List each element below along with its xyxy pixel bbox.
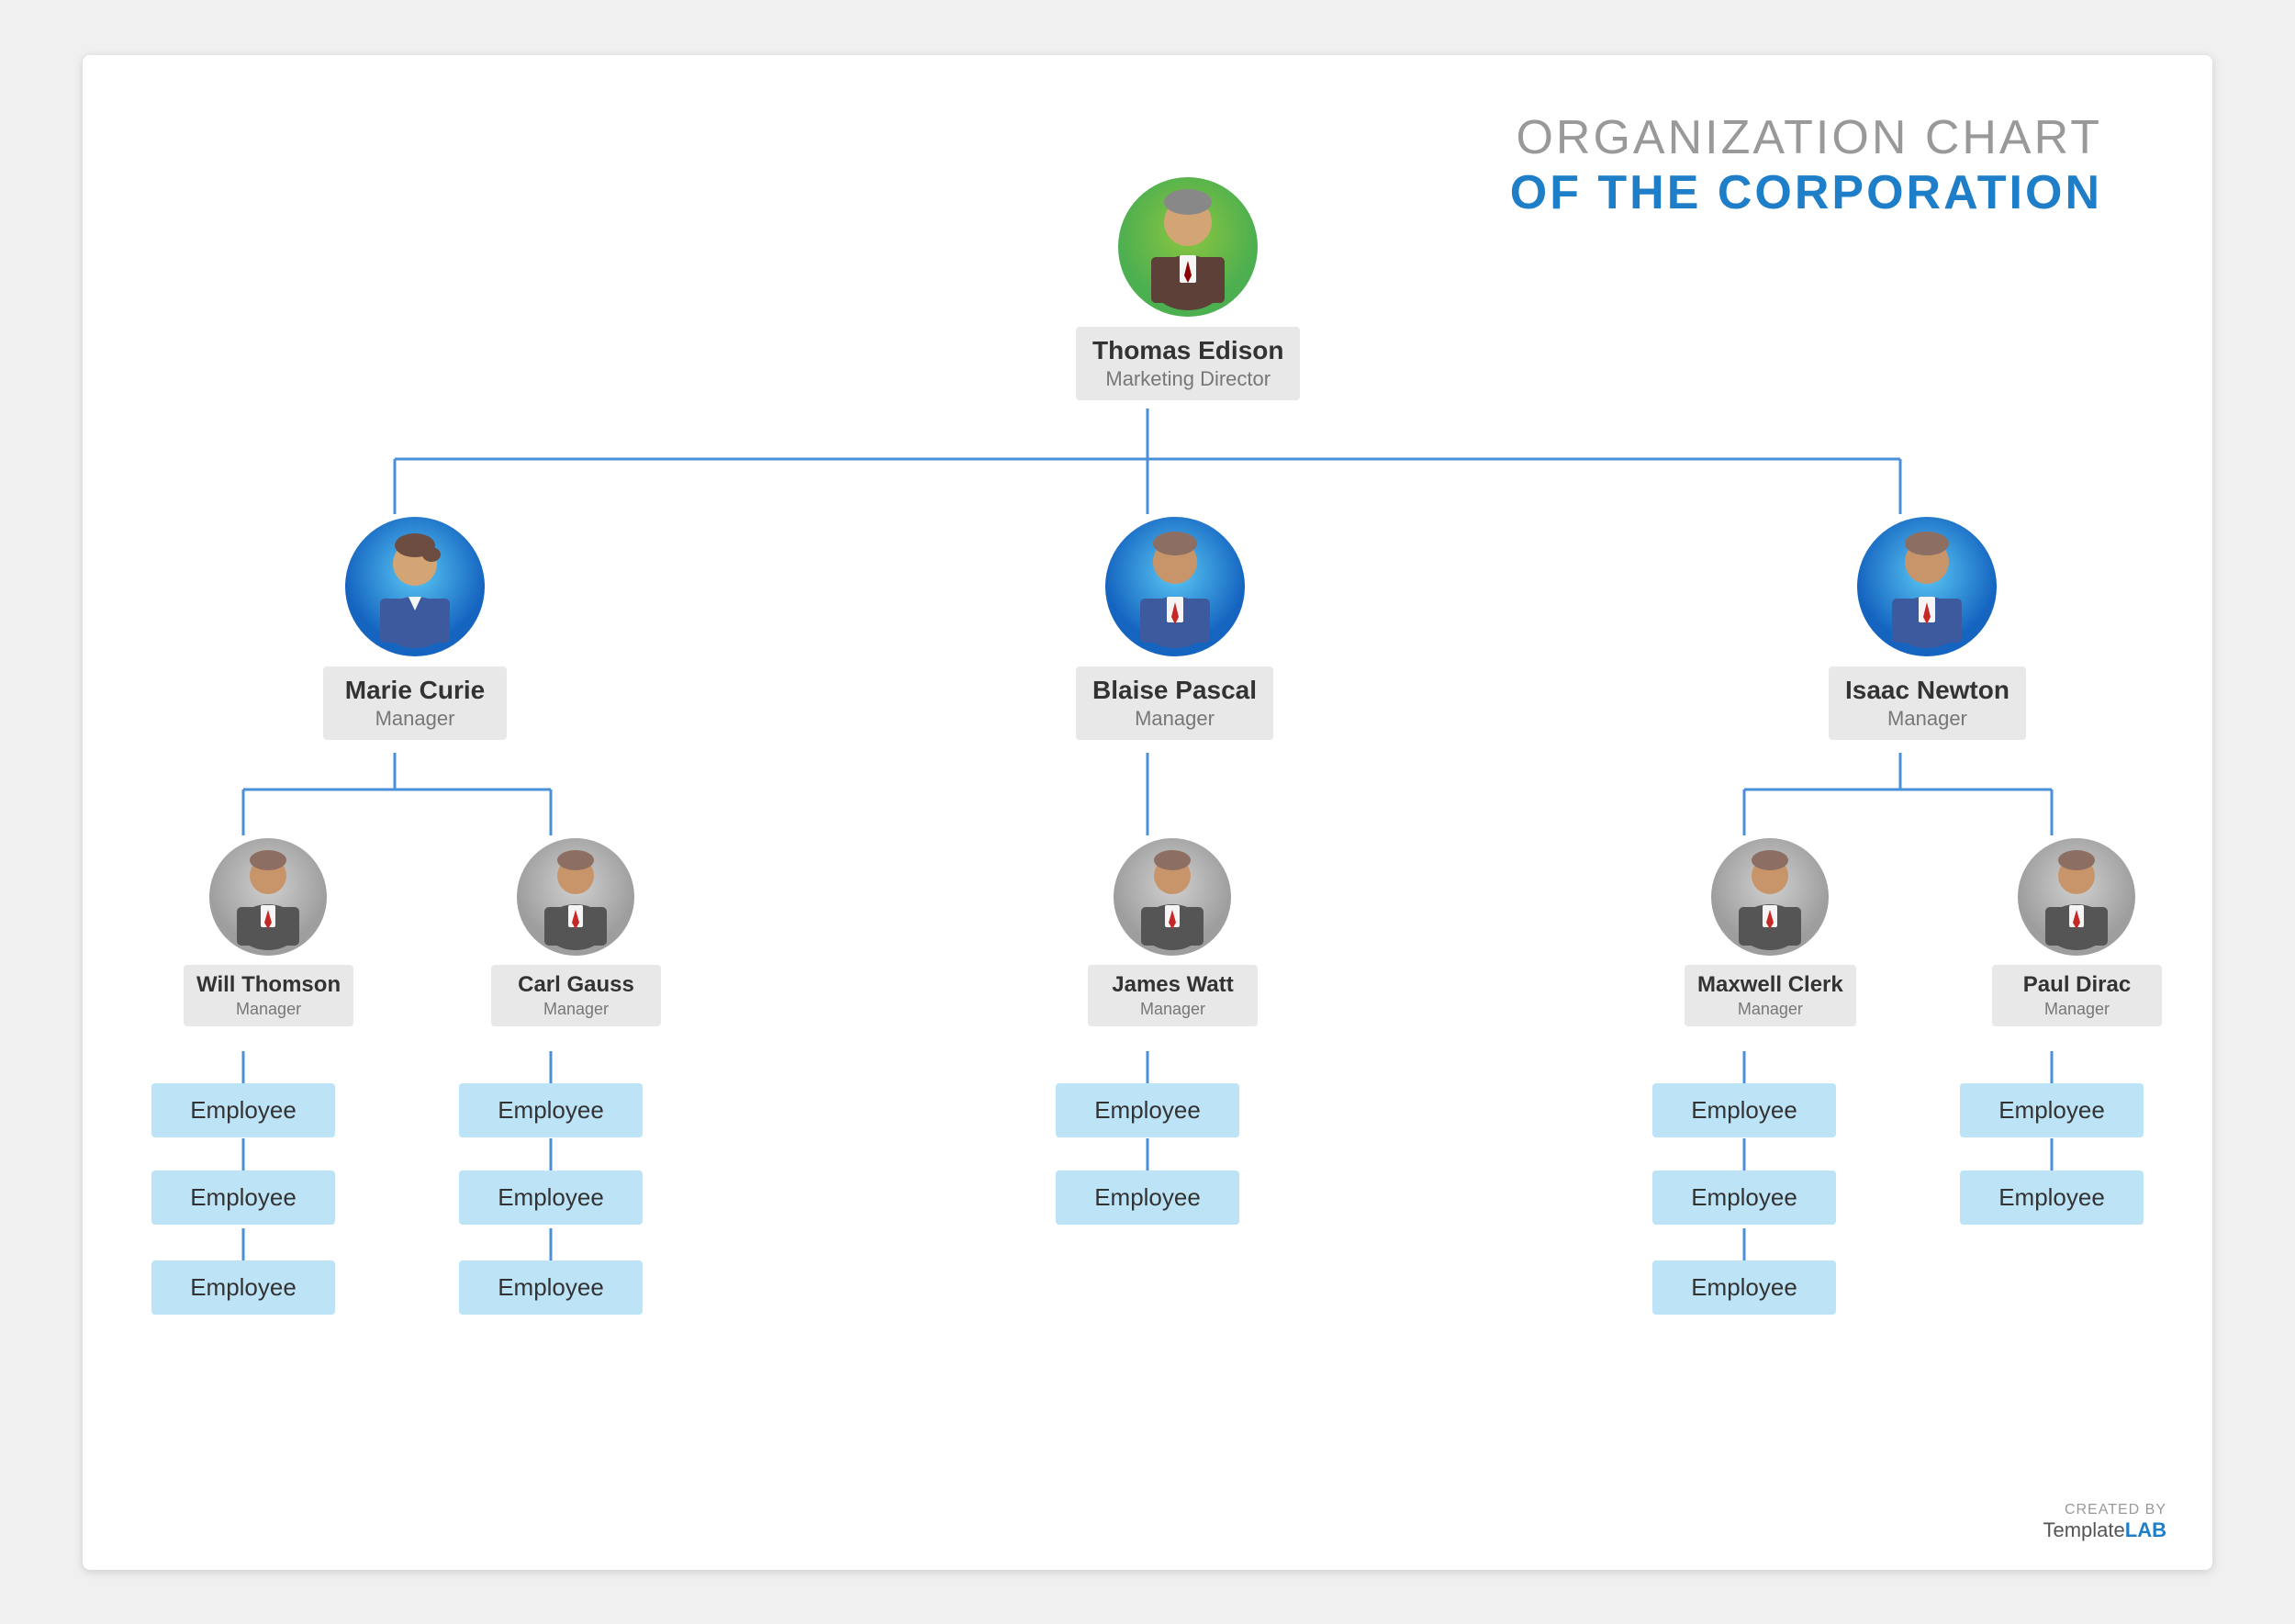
will-avatar: [207, 835, 330, 959]
marie-namebox: Marie Curie Manager: [323, 666, 507, 740]
marie-name: Marie Curie: [340, 676, 490, 705]
maxwell-emp1: Employee: [1652, 1083, 1836, 1137]
marie-role: Manager: [340, 707, 490, 731]
title-line2: OF THE CORPORATION: [1510, 165, 2102, 220]
james-name: James Watt: [1101, 972, 1245, 998]
will-name: Will Thomson: [196, 972, 341, 998]
james-emp2: Employee: [1056, 1170, 1239, 1225]
carl-role: Manager: [504, 1000, 648, 1019]
will-emp1-box: Employee: [151, 1083, 335, 1137]
will-emp3-box: Employee: [151, 1260, 335, 1315]
brand-lab-text: LAB: [2125, 1518, 2166, 1541]
brand-area: CREATED BY TemplateLAB: [2043, 1502, 2167, 1542]
ceo-node: Thomas Edison Marketing Director: [1076, 174, 1300, 400]
james-node: James Watt Manager: [1088, 835, 1258, 1026]
carl-avatar: [514, 835, 638, 959]
will-emp1: Employee: [151, 1083, 335, 1137]
blaise-avatar: [1103, 514, 1248, 659]
blaise-name: Blaise Pascal: [1092, 676, 1257, 705]
manager-isaac-node: Isaac Newton Manager: [1829, 514, 2026, 740]
carl-emp1: Employee: [459, 1083, 643, 1137]
blaise-role: Manager: [1092, 707, 1257, 731]
paul-node: Paul Dirac Manager: [1992, 835, 2162, 1026]
title-area: ORGANIZATION CHART OF THE CORPORATION: [1510, 110, 2102, 220]
maxwell-namebox: Maxwell Clerk Manager: [1685, 965, 1856, 1026]
manager-marie-node: Marie Curie Manager: [323, 514, 507, 740]
maxwell-avatar: [1708, 835, 1832, 959]
james-emp2-box: Employee: [1056, 1170, 1239, 1225]
maxwell-node: Maxwell Clerk Manager: [1685, 835, 1856, 1026]
carl-emp2: Employee: [459, 1170, 643, 1225]
carl-node: Carl Gauss Manager: [491, 835, 661, 1026]
isaac-role: Manager: [1845, 707, 2010, 731]
carl-name: Carl Gauss: [504, 972, 648, 998]
paul-name: Paul Dirac: [2005, 972, 2149, 998]
brand-template-text: Template: [2043, 1518, 2125, 1541]
james-avatar: [1111, 835, 1235, 959]
carl-emp2-box: Employee: [459, 1170, 643, 1225]
maxwell-emp2-box: Employee: [1652, 1170, 1836, 1225]
paul-emp1-box: Employee: [1960, 1083, 2144, 1137]
maxwell-emp2: Employee: [1652, 1170, 1836, 1225]
title-line1: ORGANIZATION CHART: [1510, 110, 2102, 165]
manager-blaise-node: Blaise Pascal Manager: [1076, 514, 1273, 740]
will-emp2-box: Employee: [151, 1170, 335, 1225]
maxwell-emp3-box: Employee: [1652, 1260, 1836, 1315]
james-role: Manager: [1101, 1000, 1245, 1019]
paul-emp2-box: Employee: [1960, 1170, 2144, 1225]
will-emp2: Employee: [151, 1170, 335, 1225]
paul-emp2: Employee: [1960, 1170, 2144, 1225]
isaac-namebox: Isaac Newton Manager: [1829, 666, 2026, 740]
maxwell-emp1-box: Employee: [1652, 1083, 1836, 1137]
carl-namebox: Carl Gauss Manager: [491, 965, 661, 1026]
paul-namebox: Paul Dirac Manager: [1992, 965, 2162, 1026]
ceo-avatar: [1115, 174, 1260, 319]
james-emp1-box: Employee: [1056, 1083, 1239, 1137]
james-namebox: James Watt Manager: [1088, 965, 1258, 1026]
paul-emp1: Employee: [1960, 1083, 2144, 1137]
will-emp3: Employee: [151, 1260, 335, 1315]
marie-avatar: [342, 514, 487, 659]
maxwell-emp3: Employee: [1652, 1260, 1836, 1315]
ceo-role: Marketing Director: [1092, 367, 1283, 391]
brand-created-text: CREATED BY: [2043, 1502, 2167, 1518]
will-node: Will Thomson Manager: [184, 835, 353, 1026]
carl-emp3: Employee: [459, 1260, 643, 1315]
james-emp1: Employee: [1056, 1083, 1239, 1137]
maxwell-role: Manager: [1697, 1000, 1843, 1019]
maxwell-name: Maxwell Clerk: [1697, 972, 1843, 998]
will-namebox: Will Thomson Manager: [184, 965, 353, 1026]
paul-avatar: [2015, 835, 2139, 959]
ceo-namebox: Thomas Edison Marketing Director: [1076, 327, 1300, 400]
will-role: Manager: [196, 1000, 341, 1019]
paul-role: Manager: [2005, 1000, 2149, 1019]
blaise-namebox: Blaise Pascal Manager: [1076, 666, 1273, 740]
carl-emp1-box: Employee: [459, 1083, 643, 1137]
isaac-avatar: [1854, 514, 1999, 659]
isaac-name: Isaac Newton: [1845, 676, 2010, 705]
carl-emp3-box: Employee: [459, 1260, 643, 1315]
ceo-name: Thomas Edison: [1092, 336, 1283, 365]
